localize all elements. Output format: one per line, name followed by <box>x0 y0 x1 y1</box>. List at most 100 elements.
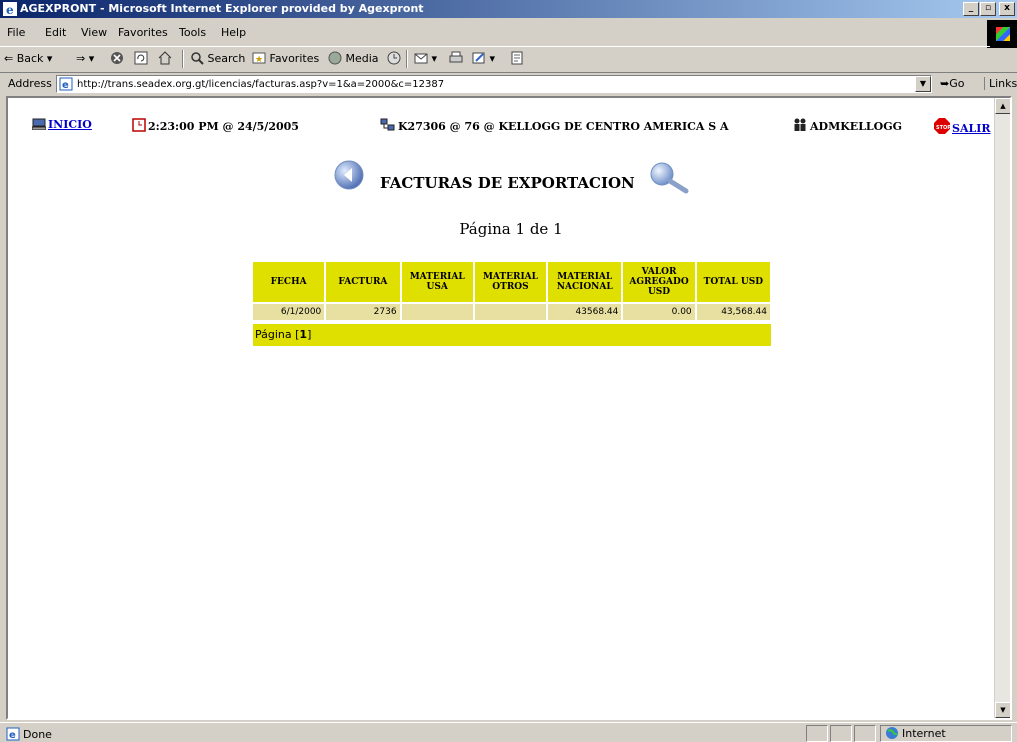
menu-favorites[interactable]: Favorites <box>113 24 173 42</box>
title-bar: e AGEXPRONT - Microsoft Internet Explore… <box>0 0 1017 18</box>
address-dropdown-button[interactable]: ▼ <box>915 76 931 92</box>
edit-icon <box>472 52 485 64</box>
col-factura: FACTURA <box>326 262 400 302</box>
toolbar: ⇐ Back ▾ ⇒ ▾ Search ★ Favorites Media ▾ … <box>0 46 990 70</box>
printer-icon <box>449 51 463 63</box>
invoices-table: FECHA FACTURA MATERIAL USA MATERIAL OTRO… <box>251 260 772 322</box>
favorites-button[interactable]: ★ Favorites <box>252 50 319 68</box>
network-computers-icon <box>380 118 395 131</box>
cell-valor-agregado: 0.00 <box>623 304 695 320</box>
back-button[interactable]: ⇐ Back ▾ <box>4 50 52 68</box>
col-fecha: FECHA <box>253 262 325 302</box>
minimize-button[interactable]: _ <box>963 2 979 16</box>
print-button[interactable] <box>448 50 464 68</box>
window-title: AGEXPRONT - Microsoft Internet Explorer … <box>20 2 424 15</box>
inicio-link-group[interactable]: INICIO <box>31 118 92 131</box>
menu-bar: File Edit View Favorites Tools Help <box>0 24 1017 44</box>
page-title: FACTURAS DE EXPORTACION <box>380 174 635 192</box>
status-cell <box>854 725 876 742</box>
edit-button[interactable]: ▾ <box>472 50 495 68</box>
page-icon: e <box>59 77 73 91</box>
close-button[interactable]: x <box>999 2 1015 16</box>
svg-text:STOP: STOP <box>936 125 950 131</box>
users-icon <box>794 118 806 131</box>
back-arrow-icon: ⇐ <box>4 52 14 65</box>
address-box: e ▼ <box>56 75 932 93</box>
pager-top: Página 1 de 1 <box>459 220 563 238</box>
media-icon <box>328 51 342 65</box>
company-text: K27306 @ 76 @ KELLOGG DE CENTRO AMERICA … <box>398 120 729 133</box>
browser-window: e AGEXPRONT - Microsoft Internet Explore… <box>0 0 1017 742</box>
page-done-icon: e <box>6 727 20 741</box>
status-cell <box>830 725 852 742</box>
forward-arrow-icon: ⇒ ▾ <box>76 52 95 65</box>
ie-logo-icon: e <box>3 2 17 16</box>
datetime-text: 2:23:00 PM @ 24/5/2005 <box>148 120 299 133</box>
svg-text:e: e <box>62 80 69 91</box>
forward-button[interactable]: ⇒ ▾ <box>76 50 94 68</box>
col-material-usa: MATERIAL USA <box>401 262 473 302</box>
address-bar: Address e ▼ ➥Go Links <box>0 72 1017 94</box>
col-total-usd: TOTAL USD <box>696 262 770 302</box>
vertical-scrollbar[interactable]: ▲ ▼ <box>994 98 1010 718</box>
magnifier-icon[interactable] <box>648 162 690 194</box>
table-header-row: FECHA FACTURA MATERIAL USA MATERIAL OTRO… <box>253 262 770 302</box>
history-button[interactable] <box>386 50 402 68</box>
address-input[interactable] <box>77 77 907 91</box>
inicio-link[interactable]: INICIO <box>48 118 92 131</box>
search-icon <box>191 52 204 65</box>
salir-link[interactable]: SALIR <box>952 122 991 135</box>
back-circle-icon[interactable] <box>334 160 364 190</box>
cell-material-nacional: 43568.44 <box>548 304 622 320</box>
cell-factura: 2736 <box>326 304 400 320</box>
table-row: 6/1/2000 2736 43568.44 0.00 43,568.44 <box>253 304 770 320</box>
computer-icon <box>31 118 47 131</box>
home-icon <box>158 51 172 65</box>
home-button[interactable] <box>158 50 172 68</box>
page-viewport: INICIO 2:23:00 PM @ 24/5/2005 K27306 @ 7… <box>6 96 1012 720</box>
scroll-up-button[interactable]: ▲ <box>995 98 1010 114</box>
mail-icon <box>414 53 428 64</box>
history-icon <box>387 51 401 65</box>
security-zone: Internet <box>880 725 1012 742</box>
scroll-down-button[interactable]: ▼ <box>995 702 1010 718</box>
menu-view[interactable]: View <box>76 24 112 42</box>
svg-text:e: e <box>9 730 16 741</box>
cell-material-usa <box>401 304 473 320</box>
go-arrow-icon: ➥ <box>940 77 950 90</box>
col-material-nacional: MATERIAL NACIONAL <box>548 262 622 302</box>
salir-link-group[interactable]: STOP SALIR <box>934 118 991 135</box>
datetime-group: 2:23:00 PM @ 24/5/2005 <box>132 118 299 133</box>
cell-material-otros <box>474 304 547 320</box>
status-text: Done <box>23 728 52 741</box>
title-row: FACTURAS DE EXPORTACION <box>8 160 1010 200</box>
maximize-button[interactable]: ▫ <box>980 2 996 16</box>
globe-icon <box>886 727 898 739</box>
menu-edit[interactable]: Edit <box>40 24 71 42</box>
pager-bottom: Página [1] <box>253 324 771 346</box>
refresh-button[interactable] <box>134 50 148 68</box>
cell-fecha: 6/1/2000 <box>253 304 325 320</box>
mail-button[interactable]: ▾ <box>414 50 437 68</box>
windows-logo-icon <box>987 20 1017 48</box>
status-bar: e Done Internet <box>0 722 1017 742</box>
media-button[interactable]: Media <box>328 50 379 68</box>
menu-tools[interactable]: Tools <box>174 24 211 42</box>
go-button[interactable]: ➥Go <box>940 77 964 90</box>
calendar-clock-icon <box>132 118 146 132</box>
user-group: ADMKELLOGG <box>792 118 902 133</box>
status-text-group: e Done <box>6 727 52 741</box>
menu-help[interactable]: Help <box>216 24 251 42</box>
discuss-button[interactable] <box>510 50 524 68</box>
pager-page-link[interactable]: 1 <box>299 328 307 341</box>
stop-button[interactable] <box>110 50 124 68</box>
cell-total-usd: 43,568.44 <box>696 304 770 320</box>
menu-file[interactable]: File <box>2 24 30 42</box>
stop-sign-icon: STOP <box>934 118 951 134</box>
col-material-otros: MATERIAL OTROS <box>474 262 547 302</box>
favorites-icon: ★ <box>252 52 266 65</box>
col-valor-agregado: VALOR AGREGADO USD <box>623 262 695 302</box>
search-button[interactable]: Search <box>190 50 245 68</box>
company-group: K27306 @ 76 @ KELLOGG DE CENTRO AMERICA … <box>380 118 729 133</box>
links-button[interactable]: Links <box>984 77 1017 90</box>
